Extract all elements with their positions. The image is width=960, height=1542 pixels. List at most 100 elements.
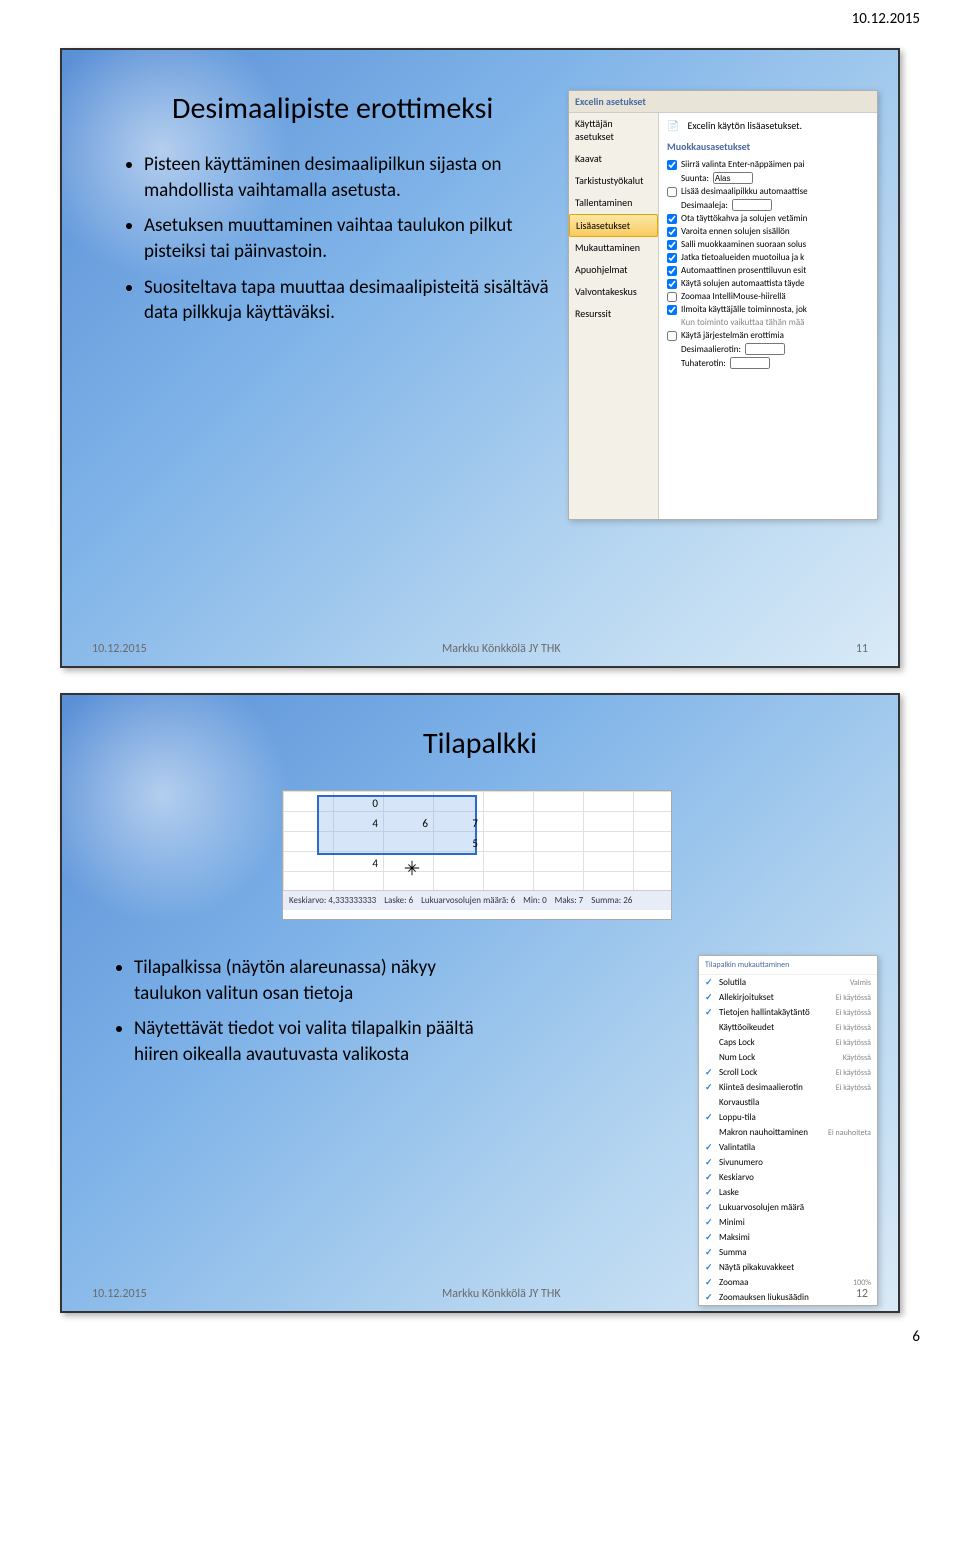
context-menu-item[interactable]: ✓Valintatila	[699, 1140, 877, 1155]
slide1-footer-num: 11	[856, 642, 868, 656]
context-menu-item[interactable]: Caps LockEi käytössä	[699, 1035, 877, 1050]
option-checkbox[interactable]	[667, 253, 677, 263]
menu-item-label: Sivunumero	[719, 1157, 763, 1168]
context-menu-item[interactable]: ✓Lukuarvosolujen määrä	[699, 1200, 877, 1215]
excel-sidebar-item[interactable]: Kaavat	[569, 148, 658, 170]
cell-value: 0	[338, 797, 378, 810]
page-number: 6	[0, 1323, 960, 1356]
context-menu-item[interactable]: ✓ Minimi	[699, 1215, 877, 1230]
menu-item-right: Ei käytössä	[836, 993, 871, 1003]
excel-option-row: Ilmoita käyttäjälle toiminnosta, jok	[667, 304, 869, 315]
option-checkbox[interactable]	[667, 305, 677, 315]
option-checkbox[interactable]	[667, 214, 677, 224]
excel-option-row: Salli muokkaaminen suoraan solus	[667, 239, 869, 250]
context-menu-item[interactable]: ✓Maksimi	[699, 1230, 877, 1245]
context-menu-item[interactable]: ✓Sivunumero	[699, 1155, 877, 1170]
context-menu-item[interactable]: Num LockKäytössä	[699, 1050, 877, 1065]
slide2-footer-author: Markku Könkkölä JY THK	[147, 1287, 856, 1301]
excel-sidebar-item[interactable]: Käyttäjän asetukset	[569, 113, 658, 148]
check-icon: ✓	[705, 1067, 715, 1078]
excel-option-row: Desimaaleja:	[667, 199, 869, 211]
menu-item-label: Minimi	[719, 1217, 745, 1228]
cell-value: 4	[338, 857, 378, 870]
slide2-bullet: Tilapalkissa (näytön alareunassa) näkyy …	[134, 955, 492, 1006]
page-date: 10.12.2015	[0, 0, 960, 33]
check-icon: ✓	[705, 1082, 715, 1093]
menu-item-label: Tietojen hallintakäytäntö	[719, 1007, 810, 1018]
context-menu-item[interactable]: ✓Tietojen hallintakäytäntöEi käytössä	[699, 1005, 877, 1020]
option-input[interactable]	[745, 343, 785, 355]
excel-sidebar-item[interactable]: Tallentaminen	[569, 192, 658, 214]
context-menu-item[interactable]: ✓Loppu-tila	[699, 1110, 877, 1125]
status-item: Min: 0	[523, 895, 547, 906]
menu-item-label: Lukuarvosolujen määrä	[719, 1202, 804, 1213]
excel-settings-sidebar: Käyttäjän asetuksetKaavatTarkistustyökal…	[569, 113, 659, 519]
check-icon: ✓	[705, 1217, 715, 1228]
excel-sidebar-item[interactable]: Resurssit	[569, 303, 658, 325]
check-icon: ✓	[705, 1142, 715, 1153]
excel-sidebar-item[interactable]: Valvontakeskus	[569, 281, 658, 303]
check-icon: ✓	[705, 977, 715, 988]
option-sublabel: Suunta:	[681, 173, 709, 184]
cell-value: 5	[438, 837, 478, 850]
context-menu-item[interactable]: ✓Laske	[699, 1185, 877, 1200]
menu-item-label: Allekirjoitukset	[719, 992, 774, 1003]
excel-option-row: Desimaalierotin:	[667, 343, 869, 355]
status-item: Lukuarvosolujen määrä: 6	[421, 895, 515, 906]
context-menu-item[interactable]: Makron nauhoittaminenEi nauhoiteta	[699, 1125, 877, 1140]
cell-value: 4	[338, 817, 378, 830]
option-checkbox[interactable]	[667, 292, 677, 302]
option-checkbox[interactable]	[667, 240, 677, 250]
option-checkbox[interactable]	[667, 266, 677, 276]
check-icon: ✓	[705, 1247, 715, 1258]
cell-value: 7	[438, 817, 478, 830]
menu-item-label: Loppu-tila	[719, 1112, 756, 1123]
slide-2: Tilapalkki 046754 Keskiarvo: 4,333333333…	[60, 693, 900, 1313]
option-label: Salli muokkaaminen suoraan solus	[681, 239, 806, 250]
option-sublabel: Desimaalierotin:	[681, 344, 741, 355]
check-icon: ✓	[705, 992, 715, 1003]
context-menu-item[interactable]: ✓SolutilaValmis	[699, 975, 877, 990]
excel-sidebar-item[interactable]: Apuohjelmat	[569, 259, 658, 281]
menu-item-label: Summa	[719, 1247, 747, 1258]
slide2-bullets: Tilapalkissa (näytön alareunassa) näkyy …	[112, 955, 492, 1068]
context-menu-item[interactable]: ✓ Summa	[699, 1245, 877, 1260]
check-icon: ✓	[705, 1007, 715, 1018]
context-menu-item[interactable]: ✓Kiinteä desimaalierotinEi käytössä	[699, 1080, 877, 1095]
excel-option-row: Käytä solujen automaattista täyde	[667, 278, 869, 289]
context-menu-item[interactable]: Korvaustila	[699, 1095, 877, 1110]
excel-option-row: Zoomaa IntelliMouse-hiirellä	[667, 291, 869, 302]
option-label: Automaattinen prosenttiluvun esit	[681, 265, 806, 276]
excel-options-list: Siirrä valinta Enter-näppäimen paiSuunta…	[667, 159, 869, 369]
context-menu-item[interactable]: ✓ Allekirjoitukset Ei käytössä	[699, 990, 877, 1005]
context-menu-item[interactable]: ✓ Keskiarvo	[699, 1170, 877, 1185]
option-input[interactable]	[713, 172, 753, 184]
menu-item-right: Ei käytössä	[836, 1038, 871, 1048]
menu-item-right: Ei nauhoiteta	[828, 1128, 871, 1138]
menu-item-label: Scroll Lock	[719, 1067, 757, 1078]
option-checkbox[interactable]	[667, 279, 677, 289]
option-checkbox[interactable]	[667, 227, 677, 237]
excel-sidebar-item[interactable]: Lisäasetukset	[569, 214, 658, 237]
context-menu-item[interactable]: KäyttöoikeudetEi käytössä	[699, 1020, 877, 1035]
slide1-footer-author: Markku Könkkölä JY THK	[147, 642, 856, 656]
option-sublabel: Desimaaleja:	[681, 200, 728, 211]
option-checkbox[interactable]	[667, 331, 677, 341]
check-icon: ✓	[705, 1172, 715, 1183]
option-input[interactable]	[732, 199, 772, 211]
menu-item-label: Keskiarvo	[719, 1172, 754, 1183]
excel-sidebar-item[interactable]: Tarkistustyökalut	[569, 170, 658, 192]
option-label: Varoita ennen solujen sisällön	[681, 226, 790, 237]
slide2-bullet: Näytettävät tiedot voi valita tilapalkin…	[134, 1016, 492, 1067]
excel-option-row: Tuhaterotin:	[667, 357, 869, 369]
option-checkbox[interactable]	[667, 160, 677, 170]
cursor-icon	[403, 859, 421, 880]
excel-sidebar-item[interactable]: Mukauttaminen	[569, 237, 658, 259]
status-item: Laske: 6	[384, 895, 413, 906]
context-menu-item[interactable]: ✓Näytä pikakuvakkeet	[699, 1260, 877, 1275]
excel-option-row: Automaattinen prosenttiluvun esit	[667, 265, 869, 276]
option-input[interactable]	[730, 357, 770, 369]
option-checkbox[interactable]	[667, 187, 677, 197]
context-menu-item[interactable]: ✓Scroll LockEi käytössä	[699, 1065, 877, 1080]
option-label: Ota täyttökahva ja solujen vetämin	[681, 213, 807, 224]
